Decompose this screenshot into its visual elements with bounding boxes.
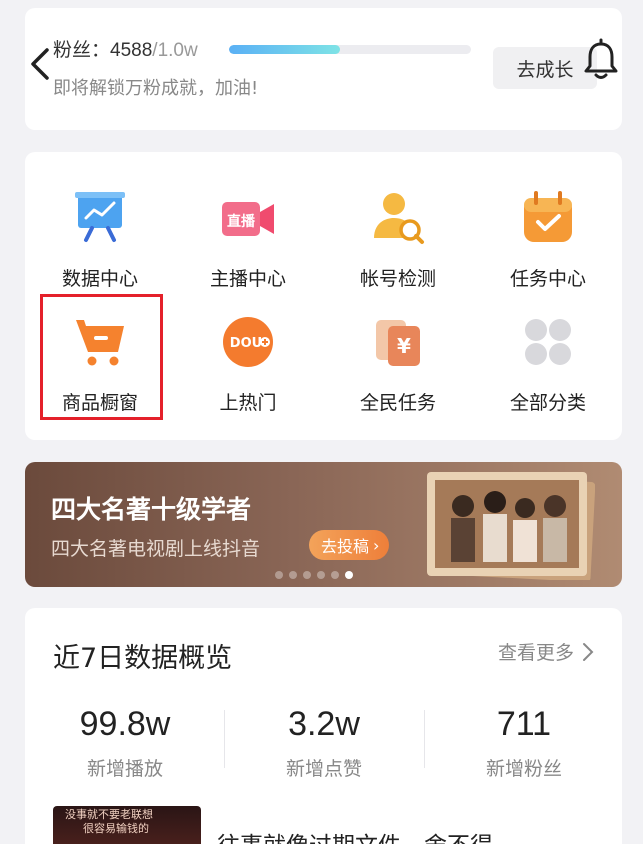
fans-subtitle: 即将解锁万粉成就，加油! (53, 78, 259, 99)
back-arrow-icon[interactable] (27, 44, 55, 84)
grow-button[interactable]: 去成长 (493, 47, 597, 89)
menu-item-label: 数据中心 (61, 268, 138, 290)
stats-overview-card: 近7日数据概览 查看更多 99.8w 新增播放 3.2w 新增点赞 711 新增… (25, 608, 622, 844)
yuan-cards-icon: ¥ (376, 320, 420, 366)
stat-label: 新增播放 (86, 758, 163, 780)
pagination-dot[interactable] (345, 571, 353, 579)
calendar-check-icon (524, 191, 572, 242)
svg-text:¥: ¥ (397, 334, 411, 358)
dou-plus-icon: DOU (223, 317, 273, 367)
thumbnail-caption-line: 没事就不要老联想 (65, 808, 153, 821)
stat-new-fans[interactable]: 711 新增粉丝 (424, 704, 624, 781)
pagination-dot[interactable] (303, 571, 311, 579)
banner-submit-button[interactable]: 去投稿 › (309, 530, 390, 560)
svg-text:直播: 直播 (227, 213, 256, 230)
video-thumbnail[interactable]: 没事就不要老联想 很容易输钱的 (53, 806, 201, 844)
menu-item-streamer-center[interactable]: 直播 主播中心 (173, 190, 323, 300)
banner-title: 四大名著十级学者 (51, 495, 252, 524)
pagination-dot[interactable] (289, 571, 297, 579)
menu-item-label: 帐号检测 (359, 268, 436, 290)
banner-subtitle: 四大名著电视剧上线抖音 (51, 538, 261, 560)
user-search-icon (374, 193, 424, 244)
menu-item-label: 全部分类 (509, 392, 586, 414)
grid-dots-icon (525, 319, 571, 365)
menu-item-data-center[interactable]: 数据中心 (25, 190, 175, 300)
menu-item-public-tasks[interactable]: ¥ 全民任务 (323, 314, 473, 424)
promo-banner[interactable]: 四大名著十级学者 四大名著电视剧上线抖音 去投稿 › (25, 462, 622, 587)
fans-label: 粉丝： (53, 39, 111, 61)
menu-item-task-center[interactable]: 任务中心 (473, 190, 623, 300)
thumbnail-caption-line: 很容易输钱的 (83, 822, 149, 835)
fans-target: /1.0w (152, 40, 198, 61)
menu-item-label: 任务中心 (509, 268, 586, 290)
menu-item-label: 全民任务 (359, 392, 436, 414)
banner-pagination[interactable] (275, 571, 353, 579)
menu-item-label: 主播中心 (209, 268, 286, 290)
fans-progress-bar (229, 45, 471, 54)
stat-new-plays[interactable]: 99.8w 新增播放 (25, 704, 225, 781)
banner-artwork (427, 472, 595, 580)
highlight-box (40, 294, 163, 420)
stat-value: 3.2w (288, 705, 360, 743)
pagination-dot[interactable] (275, 571, 283, 579)
fans-progress-fill (229, 45, 341, 54)
view-more-link[interactable]: 查看更多 (498, 638, 594, 665)
fans-count-line: 粉丝：4588/1.0w (53, 35, 198, 62)
stats-title: 近7日数据概览 (53, 643, 233, 674)
menu-item-all-categories[interactable]: 全部分类 (473, 314, 623, 424)
menu-item-label: 上热门 (219, 392, 277, 414)
bell-icon[interactable] (583, 38, 619, 82)
chevron-right-icon: › (373, 535, 380, 555)
stat-label: 新增点赞 (285, 758, 362, 780)
fans-card: 粉丝：4588/1.0w 即将解锁万粉成就，加油! 去成长 (25, 8, 622, 130)
fans-count: 4588 (110, 40, 153, 61)
banner-button-label: 去投稿 (321, 537, 370, 556)
thumbnail-caption: 没事就不要老联想 很容易输钱的 (65, 808, 153, 836)
live-camera-icon: 直播 (222, 202, 274, 236)
stat-value: 711 (496, 705, 552, 743)
chart-screen-icon (75, 192, 125, 242)
stat-value: 99.8w (79, 705, 171, 743)
stat-label: 新增粉丝 (485, 758, 562, 780)
video-title[interactable]: 往事就像过期文件，舍不得... (217, 826, 515, 844)
chevron-right-icon (583, 642, 594, 661)
pagination-dot[interactable] (331, 571, 339, 579)
menu-item-account-check[interactable]: 帐号检测 (323, 190, 473, 300)
view-more-label: 查看更多 (497, 642, 574, 664)
stat-new-likes[interactable]: 3.2w 新增点赞 (224, 704, 424, 781)
menu-item-hot[interactable]: DOU 上热门 (173, 314, 323, 424)
svg-text:DOU: DOU (230, 336, 262, 351)
pagination-dot[interactable] (317, 571, 325, 579)
